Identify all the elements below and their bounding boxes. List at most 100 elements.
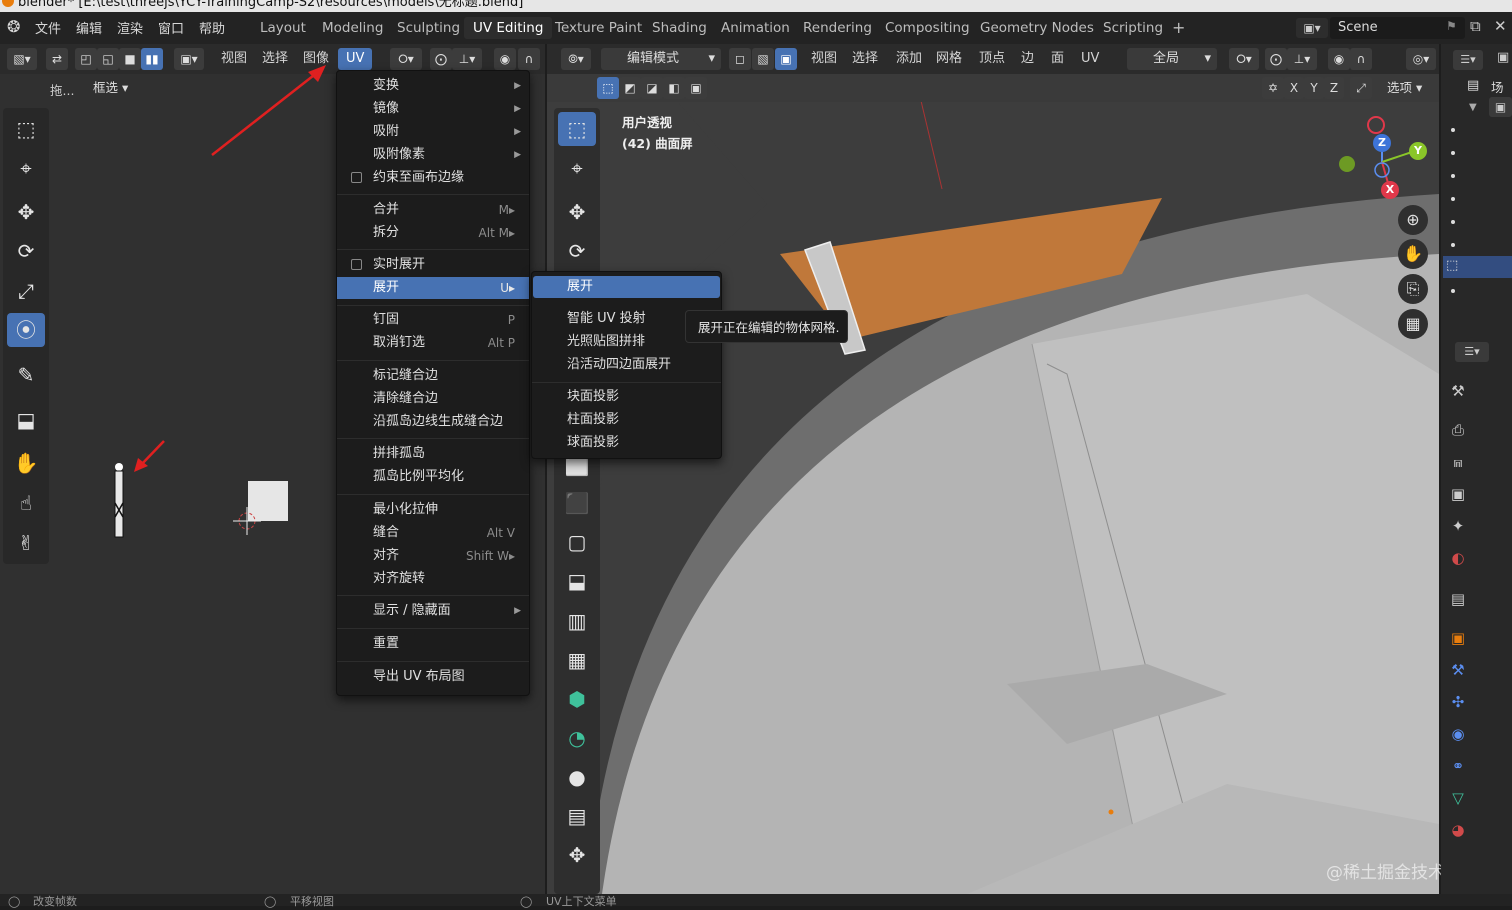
island-select-icon[interactable]: ▮▮ — [141, 48, 163, 70]
annotate-icon[interactable]: ✎ — [7, 358, 45, 392]
vp-menu-face[interactable]: 面 — [1046, 48, 1069, 70]
menu-item-minimize-stretch[interactable]: 最小化拉伸 — [337, 499, 529, 521]
3d-viewport[interactable] — [547, 44, 1439, 894]
smooth-icon[interactable]: ● — [558, 760, 596, 794]
edge-slide-icon[interactable]: ▤ — [558, 799, 596, 833]
menu-help[interactable]: 帮助 — [199, 18, 225, 37]
falloff-3d-icon[interactable]: ∩ — [1350, 48, 1372, 70]
menu-item-snap[interactable]: 吸附 ▶ — [337, 121, 529, 143]
grab-icon[interactable]: ✋ — [7, 446, 45, 480]
proportional-edit-icon[interactable]: ◉ — [494, 48, 516, 70]
scene-props-icon[interactable]: ✦ — [1446, 514, 1470, 538]
snap-3d-icon[interactable]: ⨀ — [1265, 48, 1287, 70]
world-props-icon[interactable]: ◐ — [1446, 546, 1470, 570]
tab-layout[interactable]: Layout — [251, 17, 315, 39]
menu-render[interactable]: 渲染 — [117, 18, 143, 37]
poly-build-icon[interactable]: ⬢ — [558, 682, 596, 716]
cursor-icon[interactable]: ⌖ — [558, 151, 596, 185]
constraint-props-icon[interactable]: ⚭ — [1446, 754, 1470, 778]
mirror-x-toggle[interactable]: X — [1284, 77, 1304, 99]
vp-menu-edge[interactable]: 边 — [1016, 48, 1039, 70]
mirror-z-toggle[interactable]: Z — [1324, 77, 1344, 99]
select-intersect-icon[interactable]: ▣ — [685, 77, 707, 99]
select-new-icon[interactable]: ⬚ — [597, 77, 619, 99]
collection-props-icon[interactable]: ▤ — [1446, 587, 1470, 611]
uv-vertex-top[interactable] — [115, 463, 123, 471]
expand-arrow-icon[interactable]: ▼ — [1469, 102, 1477, 113]
menu-item-snap-pixels[interactable]: 吸附像素 ▶ — [337, 144, 529, 166]
menu-item-merge[interactable]: 合并 M▸ — [337, 199, 529, 221]
camera-icon[interactable]: ⎘ — [1398, 274, 1428, 304]
physics-props-icon[interactable]: ◉ — [1446, 722, 1470, 746]
menu-item-align-rotation[interactable]: 对齐旋转 — [337, 568, 529, 590]
tab-texture-paint[interactable]: Texture Paint — [546, 17, 651, 39]
tab-animation[interactable]: Animation — [712, 17, 799, 39]
scale-icon[interactable]: ⤢ — [7, 274, 45, 308]
modifier-props-icon[interactable]: ⚒ — [1446, 658, 1470, 682]
pivot-icon[interactable]: ⭘▾ — [390, 48, 422, 70]
menu-item-seams-from-islands[interactable]: 沿孤岛边线生成缝合边 — [337, 411, 529, 433]
tab-rendering[interactable]: Rendering — [794, 17, 881, 39]
add-workspace-button[interactable]: + — [1163, 17, 1194, 39]
snap-target-3d-icon[interactable]: ⊥▾ — [1287, 48, 1317, 70]
edge-mode-icon[interactable]: ▧ — [752, 48, 774, 70]
menu-item-pin[interactable]: 钉固 P — [337, 309, 529, 331]
menu-item-constrain-to-bounds[interactable]: 约束至画布边缘 — [337, 167, 529, 189]
tab-shading[interactable]: Shading — [643, 17, 716, 39]
menu-edit[interactable]: 编辑 — [76, 18, 102, 37]
falloff-icon[interactable]: ∩ — [518, 48, 540, 70]
select-invert-icon[interactable]: ◧ — [663, 77, 685, 99]
material-props-icon[interactable]: ◕ — [1446, 818, 1470, 842]
rotate-icon[interactable]: ⟳ — [558, 234, 596, 268]
select-box-icon[interactable]: ⬚ — [558, 112, 596, 146]
knife-icon[interactable]: ▦ — [558, 643, 596, 677]
checkbox-icon[interactable] — [351, 259, 362, 270]
menu-item-unpin[interactable]: 取消钉选 Alt P — [337, 332, 529, 354]
loop-cut-icon[interactable]: ▥ — [558, 604, 596, 638]
editor-type-icon[interactable]: ▧▾ — [7, 48, 37, 70]
mode-dropdown[interactable]: 编辑模式 ▾ — [601, 48, 721, 70]
transform-icon[interactable]: ⦿ — [7, 313, 45, 347]
visibility-dot[interactable] — [1451, 151, 1455, 155]
menu-item-unwrap[interactable]: 展开 U▸ — [337, 277, 529, 299]
proportional-3d-icon[interactable]: ◉ — [1328, 48, 1350, 70]
outliner-filter-icon[interactable]: ▣ — [1497, 50, 1509, 65]
face-select-icon[interactable]: ■ — [119, 48, 141, 70]
tab-geometry-nodes[interactable]: Geometry Nodes — [971, 17, 1103, 39]
visibility-dot[interactable] — [1451, 220, 1455, 224]
sync-selection-icon[interactable]: ⇄ — [46, 48, 68, 70]
vertex-mode-icon[interactable]: ◻ — [729, 48, 751, 70]
menu-item-align[interactable]: 对齐 Shift W▸ — [337, 545, 529, 567]
tool-props-icon[interactable]: ⚒ — [1446, 379, 1470, 403]
menu-item-mark-seam[interactable]: 标记缝合边 — [337, 365, 529, 387]
menu-item-live-unwrap[interactable]: 实时展开 — [337, 254, 529, 276]
tab-uv-editing[interactable]: UV Editing — [464, 17, 553, 39]
spin-icon[interactable]: ◔ — [558, 721, 596, 755]
visibility-dot[interactable] — [1451, 128, 1455, 132]
snap-icon[interactable]: ⨀ — [430, 48, 452, 70]
visibility-dot[interactable] — [1451, 174, 1455, 178]
collection-item-icon[interactable]: ▣ — [1489, 97, 1512, 117]
scene-name-field[interactable]: Scene — [1330, 17, 1465, 39]
object-props-icon[interactable]: ▣ — [1446, 626, 1470, 650]
hand-icon[interactable]: ✋ — [1398, 239, 1428, 269]
menu-item-reset[interactable]: 重置 — [337, 633, 529, 655]
menu-item-clear-seam[interactable]: 清除缝合边 — [337, 388, 529, 410]
tab-modeling[interactable]: Modeling — [313, 17, 392, 39]
menu-item-pack-islands[interactable]: 拼排孤岛 — [337, 443, 529, 465]
submenu-item-cylinder-projection[interactable]: 柱面投影 — [533, 409, 720, 431]
relax-icon[interactable]: ☝ — [7, 486, 45, 520]
x-axis-icon[interactable]: X — [1381, 181, 1399, 199]
menu-item-stitch[interactable]: 缝合 Alt V — [337, 522, 529, 544]
pin-icon[interactable]: ⚑ — [1446, 19, 1457, 33]
mirror-icon[interactable]: ✡ — [1262, 77, 1284, 99]
move-icon[interactable]: ✥ — [7, 195, 45, 229]
menu-file[interactable]: 文件 — [35, 18, 61, 37]
uv-menu-uv[interactable]: UV — [338, 48, 373, 70]
data-props-icon[interactable]: ▽ — [1446, 786, 1470, 810]
cursor-icon[interactable]: ⌖ — [7, 151, 45, 185]
pivot-3d-icon[interactable]: ⭘▾ — [1229, 48, 1259, 70]
extrude-region-icon[interactable]: ⬛ — [558, 486, 596, 520]
z-axis-icon[interactable]: Z — [1373, 134, 1391, 152]
shrink-icon[interactable]: ✥ — [558, 838, 596, 872]
